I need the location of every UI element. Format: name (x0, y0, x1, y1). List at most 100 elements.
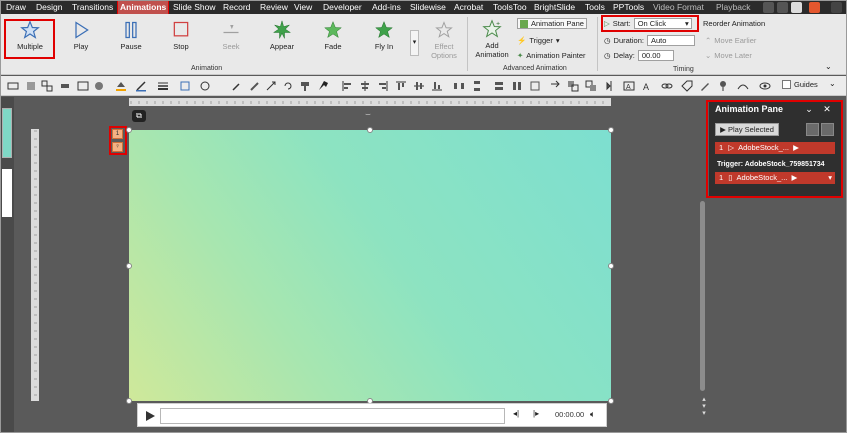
merge-icon[interactable] (93, 80, 105, 92)
tab-view[interactable]: View (294, 1, 312, 14)
animation-pane-button[interactable]: Animation Pane (517, 18, 587, 29)
tab-toolstoo[interactable]: ToolsToo (493, 1, 527, 14)
same-height-icon[interactable] (511, 80, 523, 92)
slide-thumbnail[interactable] (2, 169, 12, 217)
rotate-handle-icon[interactable]: ⌣ (365, 109, 371, 120)
align-left-icon[interactable] (341, 80, 353, 92)
resize-handle[interactable] (126, 398, 132, 404)
collapse-ribbon-icon[interactable]: ⌄ (825, 62, 832, 71)
tab-transitions[interactable]: Transitions (72, 1, 113, 14)
eyedropper-icon[interactable] (231, 80, 243, 92)
guides-checkbox[interactable] (782, 80, 791, 89)
fill-color-icon[interactable] (115, 80, 127, 92)
resize-icon[interactable] (265, 80, 277, 92)
stop-effect-button[interactable]: Stop (165, 20, 197, 51)
scrollbar-thumb[interactable] (700, 201, 705, 391)
brush-icon[interactable] (249, 80, 261, 92)
hammer-icon[interactable] (317, 80, 329, 92)
text-box-icon[interactable]: A (623, 80, 635, 92)
align-center-icon[interactable] (359, 80, 371, 92)
step-back-icon[interactable]: ◂| (513, 409, 519, 418)
share-icon[interactable] (809, 2, 820, 13)
arc-icon[interactable] (737, 80, 749, 92)
align-icon[interactable] (7, 80, 19, 92)
line-color-icon[interactable] (135, 80, 147, 92)
tab-video-format[interactable]: Video Format (653, 1, 704, 14)
resize-handle[interactable] (608, 263, 614, 269)
format-painter-icon[interactable] (299, 80, 311, 92)
video-placeholder[interactable] (129, 130, 611, 401)
media-progress-bar[interactable] (160, 408, 505, 424)
tab-tools[interactable]: Tools (585, 1, 605, 14)
seek-effect-button[interactable]: Seek (215, 20, 247, 51)
pin-icon[interactable] (717, 80, 729, 92)
pen-icon[interactable] (699, 80, 711, 92)
resize-handle[interactable] (126, 263, 132, 269)
shape-effects-icon[interactable] (179, 80, 191, 92)
volume-icon[interactable]: 🔈︎ (590, 409, 595, 420)
fade-effect-button[interactable]: Fade (317, 20, 349, 51)
link-icon[interactable] (661, 80, 673, 92)
distribute-horizontal-icon[interactable] (453, 80, 465, 92)
line-weight-icon[interactable] (157, 80, 169, 92)
bring-forward-icon[interactable] (567, 80, 579, 92)
same-size-icon[interactable] (529, 80, 541, 92)
slide-thumbnail[interactable] (2, 108, 12, 158)
tab-animations[interactable]: Animations (116, 1, 170, 15)
tab-record[interactable]: Record (223, 1, 250, 14)
tab-developer[interactable]: Developer (323, 1, 362, 14)
resize-handle[interactable] (608, 398, 614, 404)
tab-slidewise[interactable]: Slidewise (410, 1, 446, 14)
tab-draw[interactable]: Draw (6, 1, 26, 14)
layer-icon[interactable] (77, 80, 89, 92)
next-slide-icon[interactable]: ▴ ▾ ▾ (700, 396, 708, 418)
pause-effect-button[interactable]: Pause (115, 20, 147, 51)
align-middle-icon[interactable] (413, 80, 425, 92)
tab-add-ins[interactable]: Add-ins (372, 1, 401, 14)
appear-effect-button[interactable]: Appear (265, 20, 299, 51)
tab-design[interactable]: Design (36, 1, 62, 14)
tab-acrobat[interactable]: Acrobat (454, 1, 483, 14)
distribute-icon[interactable] (59, 80, 71, 92)
play-effect-button[interactable]: Play (66, 20, 96, 51)
move-earlier-button[interactable]: ⌃ Move Earlier (705, 36, 756, 45)
comments-icon[interactable] (763, 2, 774, 13)
text-direction-icon[interactable]: A (641, 80, 653, 92)
tab-slide-show[interactable]: Slide Show (173, 1, 216, 14)
add-animation-button[interactable]: + Add Animation (471, 19, 513, 59)
play-icon[interactable] (142, 409, 158, 423)
align-right-icon[interactable] (377, 80, 389, 92)
tab-review[interactable]: Review (260, 1, 288, 14)
resize-handle[interactable] (367, 127, 373, 133)
trigger-button[interactable]: ⚡ Trigger ▾ (517, 36, 560, 45)
align-bottom-icon[interactable] (431, 80, 443, 92)
align-top-icon[interactable] (395, 80, 407, 92)
group-icon[interactable] (41, 80, 53, 92)
effect-options-button[interactable]: Effect Options (426, 20, 462, 60)
tab-brightslide[interactable]: BrightSlide (534, 1, 575, 14)
flip-icon[interactable] (605, 80, 617, 92)
eye-icon[interactable] (759, 80, 771, 92)
media-options-icon[interactable]: ⧉ (132, 110, 146, 122)
tab-pptools[interactable]: PPTools (613, 1, 644, 14)
send-backward-icon[interactable] (585, 80, 597, 92)
tab-playback[interactable]: Playback (716, 1, 751, 14)
animation-painter-button[interactable]: ✦ Animation Painter (517, 51, 586, 60)
move-later-button[interactable]: ⌄ Move Later (705, 51, 752, 60)
ribbon-options-icon[interactable] (831, 2, 842, 13)
duration-field[interactable]: Auto (646, 35, 695, 46)
tag-icon[interactable] (681, 80, 693, 92)
effects-gallery-more-button[interactable]: ▾ (410, 30, 419, 56)
fly-in-effect-button[interactable]: Fly In (368, 20, 400, 51)
swap-icon[interactable] (549, 80, 561, 92)
delay-field[interactable]: 00.00 (637, 50, 674, 61)
outline-icon[interactable] (199, 80, 211, 92)
record-icon[interactable] (777, 2, 788, 13)
present-icon[interactable] (791, 2, 802, 13)
resize-handle[interactable] (126, 127, 132, 133)
toolbar-overflow-icon[interactable]: ⌄ (829, 79, 836, 88)
crop-icon[interactable] (25, 80, 37, 92)
distribute-vertical-icon[interactable] (471, 80, 483, 92)
step-forward-icon[interactable]: |▸ (533, 409, 539, 418)
same-width-icon[interactable] (493, 80, 505, 92)
